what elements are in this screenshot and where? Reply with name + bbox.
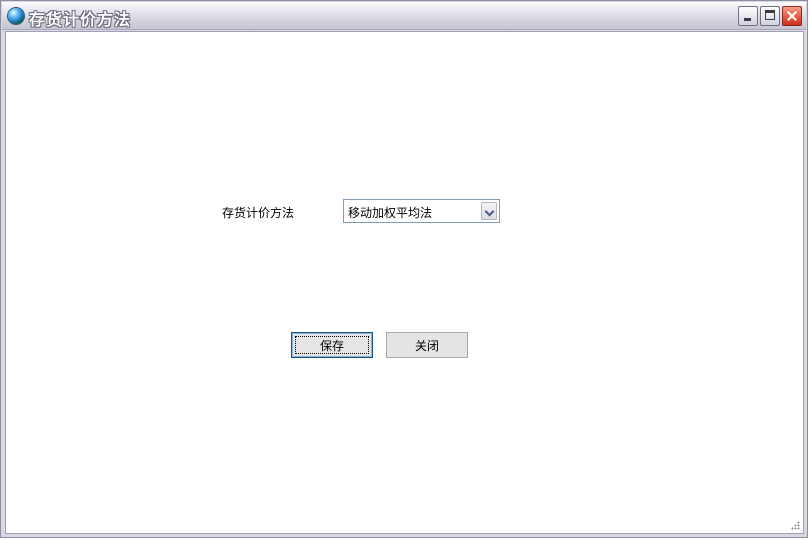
minimize-icon — [744, 18, 751, 21]
close-button[interactable]: 关闭 — [386, 332, 468, 358]
close-icon — [783, 7, 801, 25]
maximize-icon — [765, 10, 775, 20]
valuation-method-label: 存货计价方法 — [222, 206, 295, 220]
valuation-method-value: 移动加权平均法 — [348, 206, 433, 220]
valuation-method-select[interactable]: 移动加权平均法 — [343, 199, 500, 223]
save-button-label: 保存 — [319, 338, 344, 353]
window-title: 存货计价方法 — [29, 10, 132, 29]
close-window-button[interactable] — [782, 6, 802, 26]
window-controls — [738, 6, 802, 26]
app-window: 存货计价方法 存货计价方法 移动加权平均法 保存 关闭 — [0, 0, 808, 538]
resize-grip-icon[interactable] — [791, 521, 801, 531]
form-panel: 存货计价方法 移动加权平均法 保存 关闭 — [5, 31, 804, 534]
chevron-down-icon[interactable] — [481, 202, 497, 220]
title-bar[interactable]: 存货计价方法 — [2, 2, 806, 30]
minimize-button[interactable] — [738, 6, 758, 26]
close-button-label: 关闭 — [414, 338, 439, 353]
save-button[interactable]: 保存 — [291, 332, 373, 358]
maximize-button[interactable] — [760, 6, 780, 26]
globe-icon — [8, 8, 24, 24]
